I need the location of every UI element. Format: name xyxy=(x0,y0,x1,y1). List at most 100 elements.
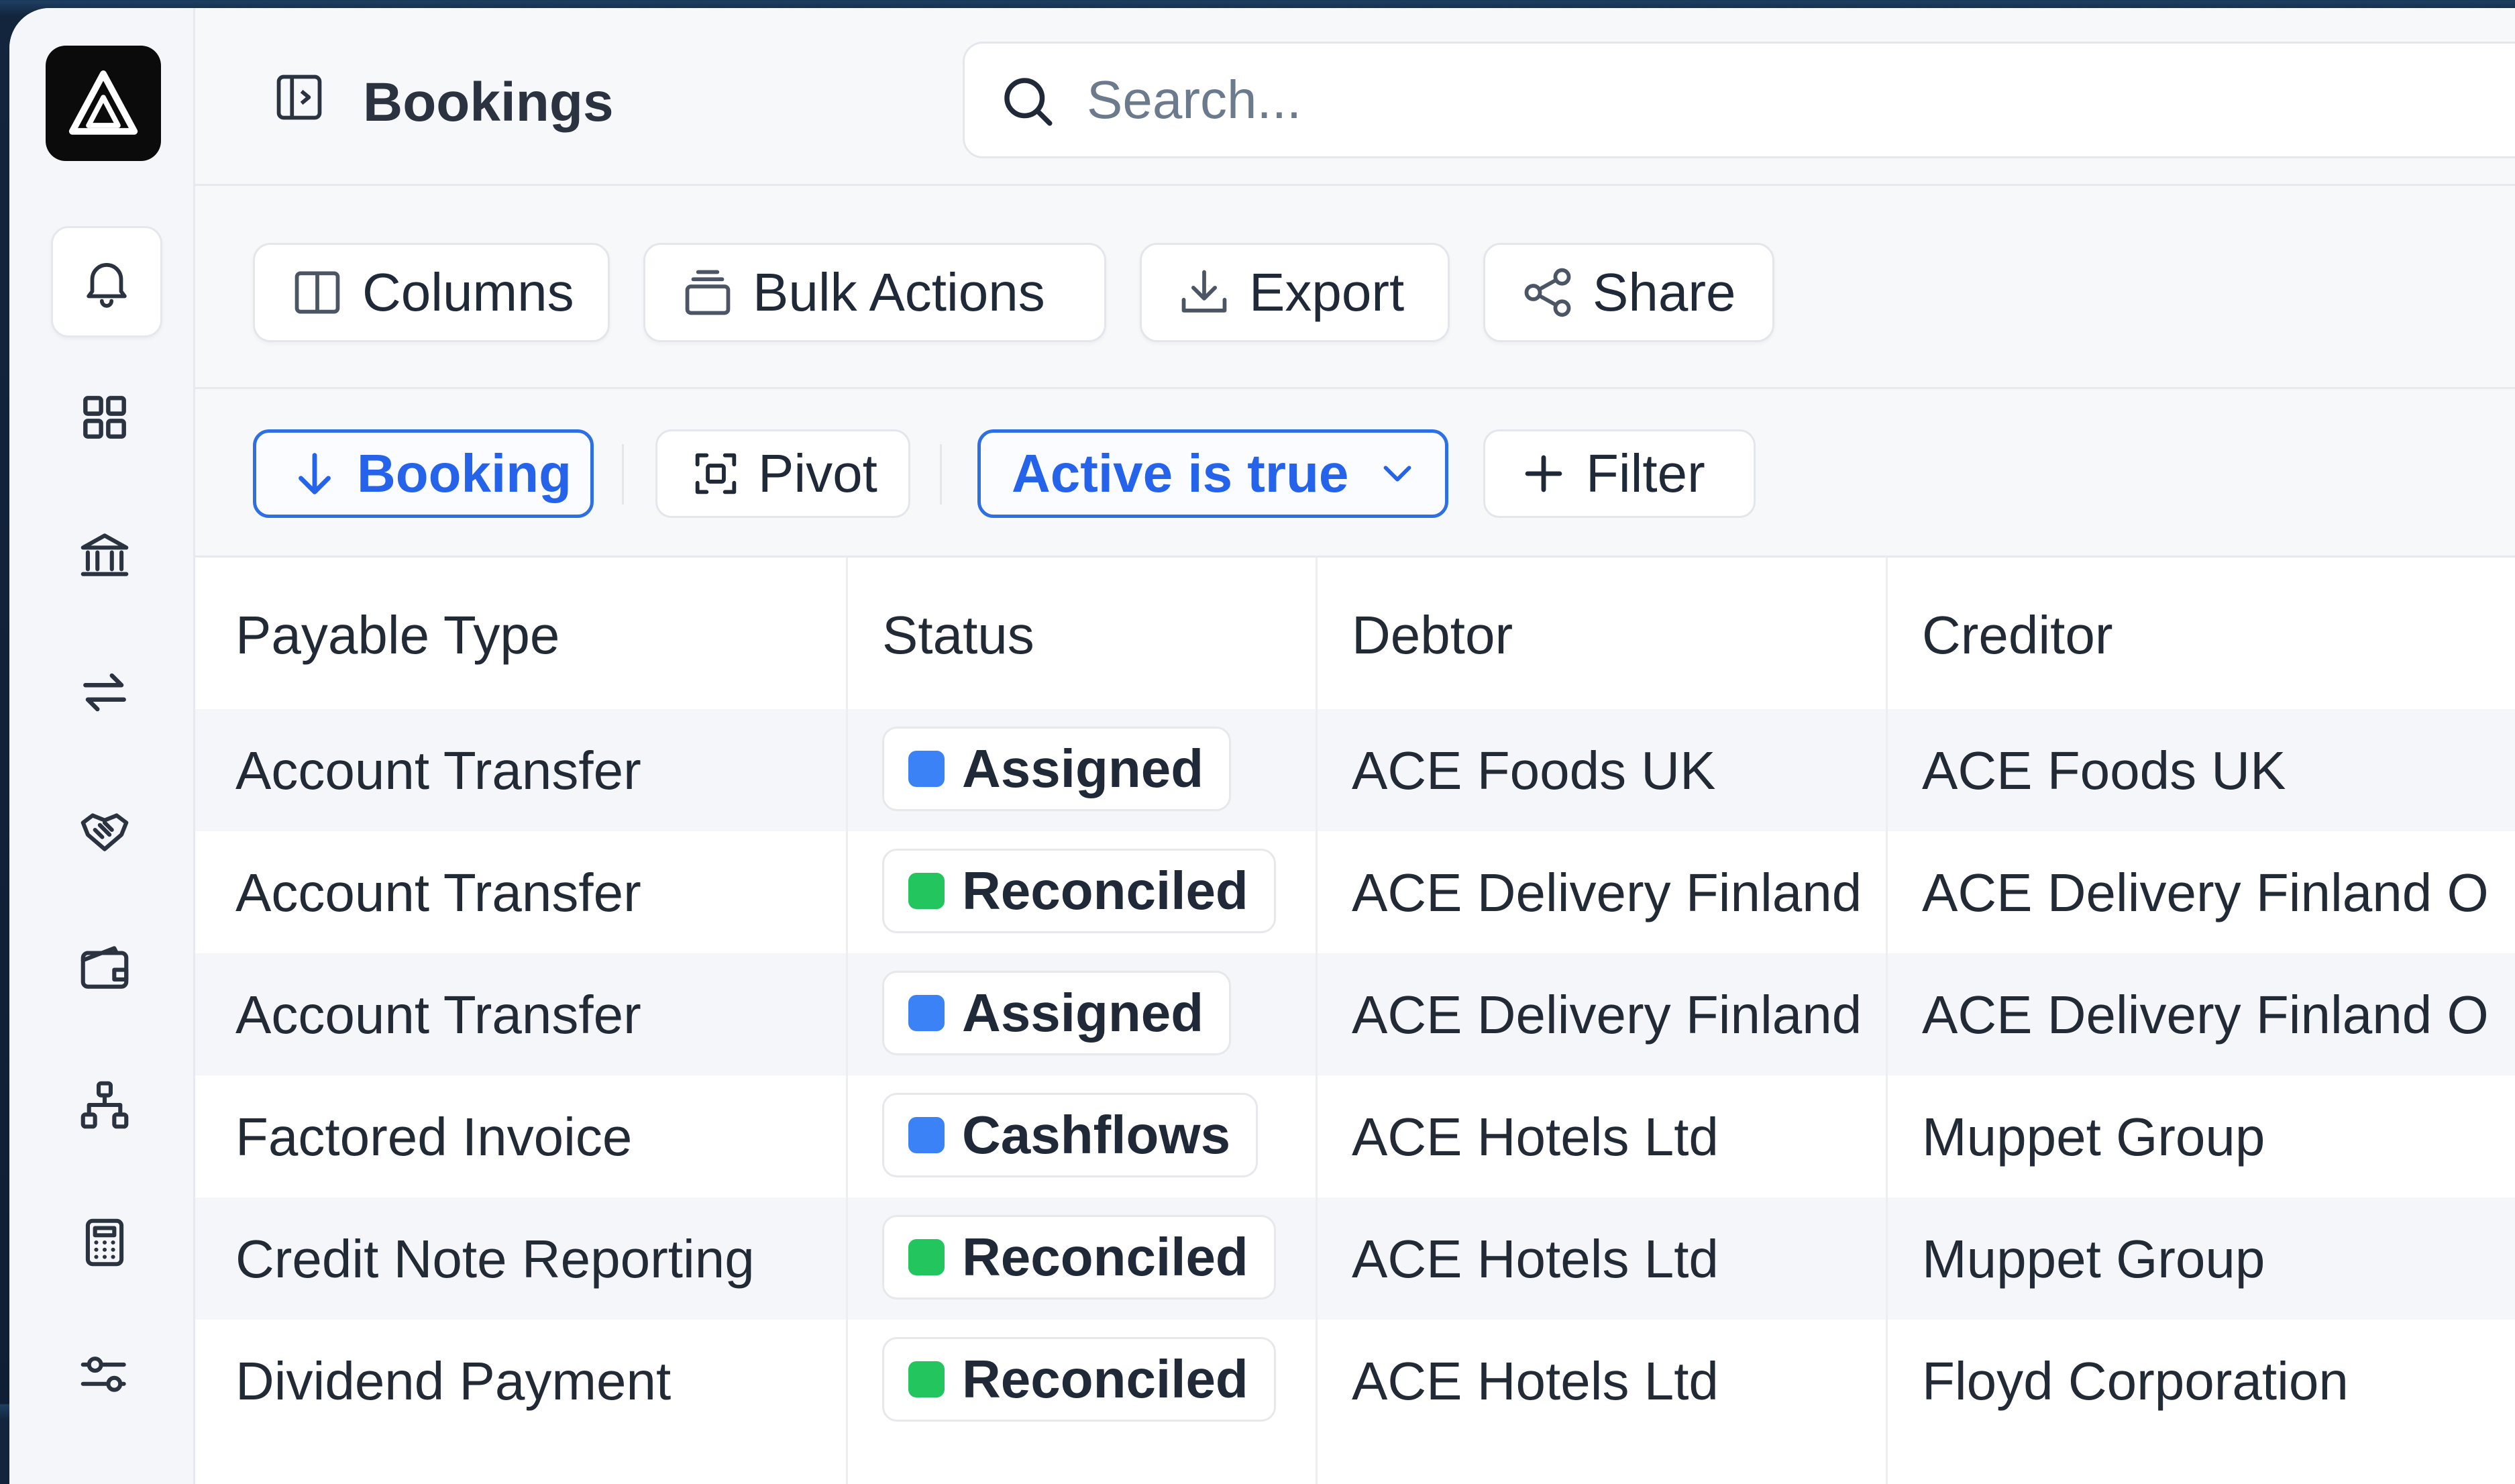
bookings-table: Payable Type Status Debtor Creditor Acco… xyxy=(195,558,2515,1484)
table-row[interactable]: Account Transfer Assigned ACE Delivery F… xyxy=(195,953,2515,1075)
chevron-down-icon xyxy=(1384,466,1411,482)
stack-icon xyxy=(685,270,731,315)
active-filter-label: Active is true xyxy=(1012,443,1349,503)
filter-bar: Booking Pivot Active is true Filter xyxy=(195,389,2515,558)
export-button[interactable]: Export xyxy=(1140,243,1450,342)
debtor-cell: ACE Hotels Ltd xyxy=(1352,1229,1719,1289)
pivot-icon xyxy=(695,453,737,494)
creditor-cell: ACE Delivery Finland O xyxy=(1922,985,2489,1045)
status-dot xyxy=(908,1117,945,1153)
debtor-cell: ACE Foods UK xyxy=(1352,741,1716,800)
table-row[interactable]: Credit Note Reporting Reconciled ACE Hot… xyxy=(195,1198,2515,1320)
search-input[interactable] xyxy=(1085,62,2430,138)
column-header-debtor[interactable]: Debtor xyxy=(1352,604,1513,666)
status-label: Cashflows xyxy=(962,1105,1231,1165)
divider xyxy=(622,444,624,505)
payable-type-cell: Account Transfer xyxy=(235,863,641,922)
creditor-cell: Muppet Group xyxy=(1922,1229,2265,1289)
bulk-actions-button[interactable]: Bulk Actions xyxy=(643,243,1106,342)
columns-button[interactable]: Columns xyxy=(253,243,610,342)
status-label: Reconciled xyxy=(962,1349,1248,1409)
status-label: Reconciled xyxy=(962,861,1248,920)
column-divider xyxy=(1316,558,1318,1484)
columns-icon xyxy=(295,271,340,314)
divider xyxy=(940,444,942,505)
wallet-icon xyxy=(81,946,129,989)
sidebar-item-accounting[interactable] xyxy=(51,1189,158,1296)
debtor-cell: ACE Delivery Finland xyxy=(1352,985,1862,1045)
logo-triangle-icon xyxy=(68,70,138,135)
add-filter-button[interactable]: Filter xyxy=(1483,429,1756,518)
bank-icon xyxy=(81,533,129,576)
status-badge: Assigned xyxy=(882,727,1232,811)
download-icon xyxy=(1181,270,1227,313)
status-badge: Reconciled xyxy=(882,1337,1276,1422)
status-badge: Reconciled xyxy=(882,849,1276,933)
bulk-actions-label: Bulk Actions xyxy=(753,262,1045,322)
page-title: Bookings xyxy=(363,72,614,133)
sort-label: Booking xyxy=(357,443,572,503)
payable-type-cell: Account Transfer xyxy=(235,741,641,800)
status-badge: Reconciled xyxy=(882,1215,1276,1300)
search-bar[interactable] xyxy=(963,42,2515,158)
org-chart-icon xyxy=(81,1081,129,1129)
column-header-payable-type[interactable]: Payable Type xyxy=(235,604,559,666)
sidebar-item-deals[interactable] xyxy=(51,776,158,884)
bell-icon xyxy=(87,263,127,308)
sidebar-item-entities[interactable] xyxy=(51,1051,158,1159)
columns-label: Columns xyxy=(362,262,574,322)
column-divider xyxy=(1886,558,1888,1484)
share-label: Share xyxy=(1593,262,1736,322)
status-label: Reconciled xyxy=(962,1227,1248,1287)
handshake-icon xyxy=(81,813,129,851)
status-dot xyxy=(908,873,945,909)
search-icon xyxy=(1004,78,1053,126)
pivot-button[interactable]: Pivot xyxy=(655,429,910,518)
sidebar-item-notifications[interactable] xyxy=(51,226,162,337)
column-header-status[interactable]: Status xyxy=(882,604,1034,666)
status-dot xyxy=(908,751,945,787)
status-label: Assigned xyxy=(962,983,1204,1043)
arrow-down-icon xyxy=(299,453,331,494)
column-divider xyxy=(846,558,848,1484)
app-window: Bookings Columns Bulk Actions Export xyxy=(9,8,2515,1484)
table-row[interactable]: Account Transfer Assigned ACE Foods UK A… xyxy=(195,709,2515,831)
column-header-creditor[interactable]: Creditor xyxy=(1922,604,2113,666)
grid-icon xyxy=(83,396,126,439)
sliders-icon xyxy=(81,1357,126,1392)
payable-type-cell: Credit Note Reporting xyxy=(235,1229,755,1289)
table-header: Payable Type Status Debtor Creditor xyxy=(195,558,2515,709)
action-toolbar: Columns Bulk Actions Export Share xyxy=(195,186,2515,389)
sidebar-item-settings[interactable] xyxy=(51,1323,158,1430)
pivot-label: Pivot xyxy=(758,443,877,503)
status-dot xyxy=(908,995,945,1031)
sidebar-toggle-icon[interactable] xyxy=(270,68,328,126)
top-header: Bookings xyxy=(195,8,2515,186)
status-badge: Assigned xyxy=(882,971,1232,1055)
table-row[interactable]: Account Transfer Reconciled ACE Delivery… xyxy=(195,831,2515,953)
payable-type-cell: Account Transfer xyxy=(235,985,641,1045)
sidebar-item-dashboard[interactable] xyxy=(51,364,158,471)
creditor-cell: ACE Foods UK xyxy=(1922,741,2286,800)
table-row[interactable]: Dividend Payment Reconciled ACE Hotels L… xyxy=(195,1320,2515,1442)
add-filter-label: Filter xyxy=(1586,443,1705,503)
active-filter-dropdown[interactable]: Active is true xyxy=(977,429,1448,518)
export-label: Export xyxy=(1249,262,1405,322)
sidebar xyxy=(9,8,195,1484)
sidebar-item-transfers[interactable] xyxy=(51,639,158,746)
debtor-cell: ACE Hotels Ltd xyxy=(1352,1107,1719,1167)
share-button[interactable]: Share xyxy=(1483,243,1774,342)
sidebar-item-wallet[interactable] xyxy=(51,914,158,1021)
creditor-cell: ACE Delivery Finland O xyxy=(1922,863,2489,922)
transfer-arrows-icon xyxy=(83,673,126,712)
status-dot xyxy=(908,1239,945,1275)
table-row[interactable]: Factored Invoice Cashflows ACE Hotels Lt… xyxy=(195,1075,2515,1198)
debtor-cell: ACE Delivery Finland xyxy=(1352,863,1862,922)
creditor-cell: Muppet Group xyxy=(1922,1107,2265,1167)
payable-type-cell: Factored Invoice xyxy=(235,1107,633,1167)
sidebar-item-banking[interactable] xyxy=(51,501,158,608)
sort-booking-button[interactable]: Booking xyxy=(253,429,594,518)
plus-icon xyxy=(1525,455,1562,492)
app-logo[interactable] xyxy=(46,46,161,161)
status-label: Assigned xyxy=(962,739,1204,798)
